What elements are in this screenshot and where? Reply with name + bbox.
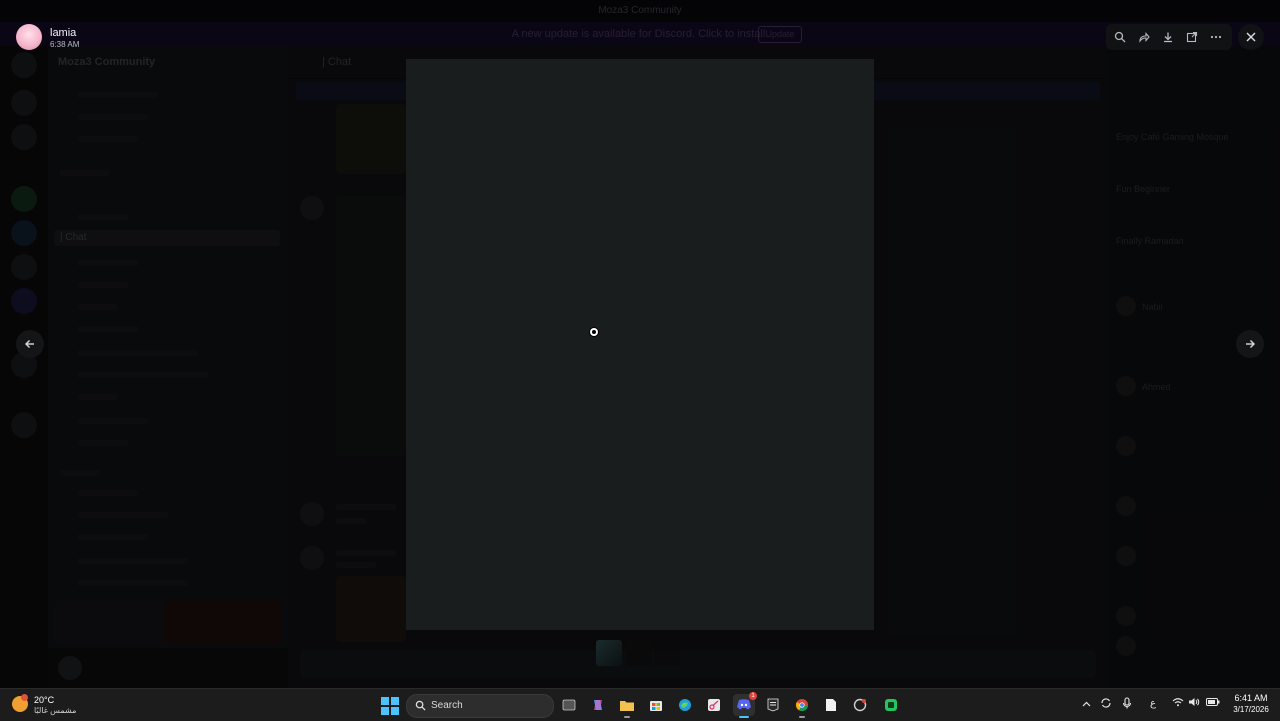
volume-tray-button[interactable] bbox=[1188, 697, 1200, 710]
app-shortcut[interactable] bbox=[849, 694, 871, 716]
document-icon bbox=[826, 699, 836, 711]
wifi-icon bbox=[1172, 698, 1184, 707]
author-name[interactable]: lamia bbox=[50, 27, 76, 39]
thumbnail[interactable] bbox=[654, 640, 680, 666]
arrow-right-icon bbox=[1246, 340, 1255, 348]
discord-icon bbox=[737, 699, 751, 710]
weather-temperature: 20°C bbox=[34, 695, 55, 705]
forward-button[interactable] bbox=[1132, 24, 1156, 50]
next-image-button[interactable] bbox=[1236, 330, 1264, 358]
download-icon bbox=[1164, 32, 1172, 43]
green-app[interactable] bbox=[880, 694, 902, 716]
download-button[interactable] bbox=[1156, 24, 1180, 50]
discord-notification-badge: 1 bbox=[749, 692, 757, 700]
thumbnail-strip bbox=[596, 640, 680, 666]
sync-tray-button[interactable] bbox=[1100, 697, 1112, 712]
discord-app[interactable]: 1 bbox=[733, 692, 757, 718]
arrow-left-icon bbox=[25, 340, 34, 348]
clock-time: 6:41 AM bbox=[1234, 693, 1268, 703]
store-icon bbox=[650, 701, 662, 711]
battery-tray-button[interactable] bbox=[1206, 697, 1220, 710]
edge-icon bbox=[679, 699, 691, 711]
microphone-icon bbox=[1122, 697, 1132, 709]
microphone-tray-button[interactable] bbox=[1122, 697, 1132, 712]
start-button[interactable] bbox=[381, 697, 399, 715]
battery-icon bbox=[1206, 698, 1220, 706]
zoom-icon bbox=[1114, 31, 1126, 43]
green-app-icon bbox=[885, 699, 897, 711]
notepad-app[interactable] bbox=[820, 694, 842, 716]
system-tray: ع bbox=[1078, 693, 1228, 717]
forward-icon bbox=[1139, 32, 1150, 43]
edge-app[interactable] bbox=[674, 694, 696, 716]
task-view-button[interactable] bbox=[558, 694, 580, 716]
more-icon bbox=[1210, 35, 1222, 39]
weather-sun-icon bbox=[12, 694, 28, 712]
speaker-icon bbox=[1189, 698, 1200, 706]
more-button[interactable] bbox=[1204, 24, 1228, 50]
chrome-app[interactable] bbox=[791, 694, 813, 718]
folder-icon bbox=[620, 700, 634, 711]
close-viewer-button[interactable] bbox=[1238, 24, 1264, 50]
sync-icon bbox=[1101, 698, 1111, 708]
epic-games-app[interactable] bbox=[762, 694, 784, 716]
thumbnail[interactable] bbox=[596, 640, 622, 666]
circular-app-icon bbox=[853, 698, 867, 712]
taskbar-search[interactable]: Search bbox=[406, 694, 554, 718]
windows-taskbar: 20°C مشمس غالبًا Search 1 ع 6:41 AM 3/17… bbox=[0, 688, 1280, 721]
input-language[interactable]: ع bbox=[1150, 698, 1156, 709]
task-view-icon bbox=[562, 699, 576, 711]
media-viewer-overlay[interactable]: lamia 6:38 AM bbox=[0, 0, 1280, 688]
open-external-button[interactable] bbox=[1180, 24, 1204, 50]
viewer-toolbar bbox=[1106, 24, 1232, 50]
media-image-frame[interactable] bbox=[406, 59, 874, 630]
author-timestamp: 6:38 AM bbox=[50, 40, 80, 49]
snipping-tool-icon bbox=[708, 699, 720, 711]
store-app[interactable] bbox=[645, 694, 667, 716]
search-label: Search bbox=[431, 700, 463, 711]
clock-date: 3/17/2026 bbox=[1233, 705, 1269, 714]
taskbar-clock[interactable]: 6:41 AM 3/17/2026 bbox=[1226, 693, 1276, 715]
thumbnail[interactable] bbox=[626, 640, 652, 666]
chrome-icon bbox=[795, 699, 808, 712]
tray-overflow-button[interactable] bbox=[1082, 699, 1091, 710]
zoom-button[interactable] bbox=[1108, 24, 1132, 50]
open-external-icon bbox=[1186, 31, 1198, 43]
close-icon bbox=[1246, 32, 1256, 42]
search-icon bbox=[415, 700, 426, 711]
snipping-app[interactable] bbox=[703, 694, 725, 716]
copilot-app[interactable] bbox=[587, 694, 609, 716]
weather-widget[interactable]: 20°C مشمس غالبًا bbox=[12, 693, 92, 717]
previous-image-button[interactable] bbox=[16, 330, 44, 358]
author-avatar[interactable] bbox=[16, 24, 42, 50]
mouse-cursor bbox=[590, 328, 598, 336]
epic-games-icon bbox=[767, 698, 779, 712]
weather-description: مشمس غالبًا bbox=[34, 706, 77, 715]
wifi-tray-button[interactable] bbox=[1172, 697, 1184, 710]
file-explorer-app[interactable] bbox=[616, 694, 638, 718]
copilot-icon bbox=[594, 700, 602, 710]
chevron-up-icon bbox=[1082, 701, 1091, 707]
